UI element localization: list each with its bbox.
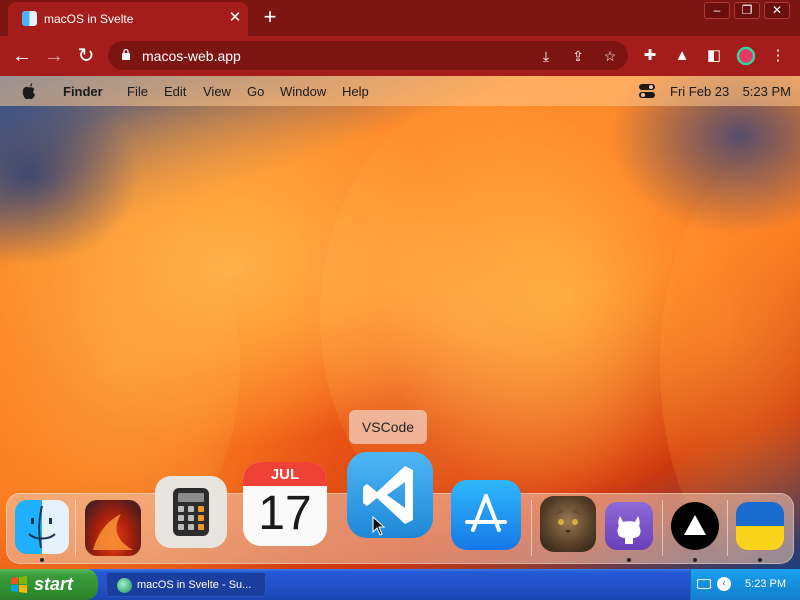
forward-arrow-icon[interactable]: → <box>42 44 66 68</box>
menu-help[interactable]: Help <box>342 84 369 99</box>
url-text: macos-web.app <box>142 48 241 64</box>
dock-vercel-icon[interactable] <box>671 502 719 550</box>
reload-icon[interactable]: ↻ <box>74 44 98 68</box>
lock-icon <box>122 48 130 60</box>
share-icon[interactable]: ⇪ <box>568 46 588 66</box>
dock-tooltip: VSCode <box>349 410 427 444</box>
dock-calculator-icon[interactable] <box>155 476 227 548</box>
dock-github-icon[interactable] <box>605 502 653 550</box>
menu-kebab-icon[interactable]: ⋮ <box>768 46 788 66</box>
dock-ukraine-flag-icon[interactable] <box>736 502 784 550</box>
dock-app-store-icon[interactable] <box>451 480 521 550</box>
new-tab-button[interactable]: + <box>258 4 282 30</box>
address-bar[interactable]: macos-web.app ⤓ ⇪ ☆ <box>108 41 628 70</box>
minimize-button[interactable]: – <box>704 2 730 19</box>
browser-tab-strip: macOS in Svelte ✕ + – ❐ ✕ <box>0 0 800 36</box>
profile-avatar[interactable] <box>736 46 756 66</box>
chrome-app-icon <box>117 578 132 593</box>
dock-vscode-icon[interactable] <box>347 452 433 538</box>
dock-separator <box>662 500 663 556</box>
lab-flask-icon[interactable]: ▲ <box>672 46 692 66</box>
restore-button[interactable]: ❐ <box>734 2 760 19</box>
close-tab-icon[interactable]: ✕ <box>226 8 244 26</box>
dock-separator <box>727 500 728 556</box>
dock-calendar-icon[interactable]: JUL 17 <box>243 462 327 546</box>
menu-app-name[interactable]: Finder <box>63 84 103 99</box>
browser-tab[interactable]: macOS in Svelte ✕ <box>8 2 248 36</box>
start-label: start <box>34 574 74 594</box>
menubar-time[interactable]: 5:23 PM <box>743 84 791 99</box>
calendar-month: JUL <box>270 466 300 483</box>
menu-go[interactable]: Go <box>247 84 264 99</box>
taskbar-clock[interactable]: 5:23 PM <box>745 578 786 590</box>
tab-title: macOS in Svelte <box>44 12 134 26</box>
dock-finder-icon[interactable] <box>15 500 69 554</box>
start-button[interactable]: start <box>0 569 98 600</box>
control-center-icon[interactable] <box>638 83 656 99</box>
menu-window[interactable]: Window <box>280 84 326 99</box>
menubar-date[interactable]: Fri Feb 23 <box>670 84 729 99</box>
dock-running-dot <box>627 558 631 562</box>
menu-view[interactable]: View <box>203 84 231 99</box>
menu-file[interactable]: File <box>127 84 148 99</box>
macos-menu-bar: Finder File Edit View Go Window Help Fri… <box>0 76 800 106</box>
taskbar-window-label: macOS in Svelte - Su... <box>137 579 252 591</box>
macos-desktop: Finder File Edit View Go Window Help Fri… <box>0 76 800 569</box>
browser-toolbar: ← → ↻ macos-web.app ⤓ ⇪ ☆ ✚ ▲ ◧ ⋮ <box>0 36 800 76</box>
show-hidden-icons-icon[interactable]: ‹ <box>717 577 731 591</box>
dock: JUL 17 <box>6 452 794 564</box>
calendar-day: 17 <box>258 487 312 540</box>
mouse-cursor-icon <box>372 516 386 536</box>
dock-wallpaper-icon[interactable] <box>85 500 141 556</box>
install-app-icon[interactable]: ⤓ <box>536 46 556 66</box>
windows-flag-icon <box>11 576 27 593</box>
apple-logo-icon[interactable] <box>21 82 37 100</box>
bookmark-star-icon[interactable]: ☆ <box>600 46 620 66</box>
taskbar-window-button[interactable]: macOS in Svelte - Su... <box>106 572 266 597</box>
finder-favicon-icon <box>22 11 37 26</box>
window-controls: – ❐ ✕ <box>704 2 790 19</box>
dock-running-dot <box>40 558 44 562</box>
back-arrow-icon[interactable]: ← <box>10 44 34 68</box>
windows-taskbar: start macOS in Svelte - Su... ‹ 5:23 PM <box>0 569 800 600</box>
keyboard-icon[interactable] <box>697 579 711 589</box>
system-tray: ‹ 5:23 PM <box>690 569 800 600</box>
dock-cat-icon[interactable] <box>540 496 596 552</box>
extensions-puzzle-icon[interactable]: ✚ <box>640 46 660 66</box>
menu-edit[interactable]: Edit <box>164 84 186 99</box>
close-window-button[interactable]: ✕ <box>764 2 790 19</box>
dock-separator <box>75 500 76 556</box>
dock-running-dot <box>758 558 762 562</box>
dock-running-dot <box>693 558 697 562</box>
dock-separator <box>531 500 532 556</box>
side-panel-icon[interactable]: ◧ <box>704 46 724 66</box>
